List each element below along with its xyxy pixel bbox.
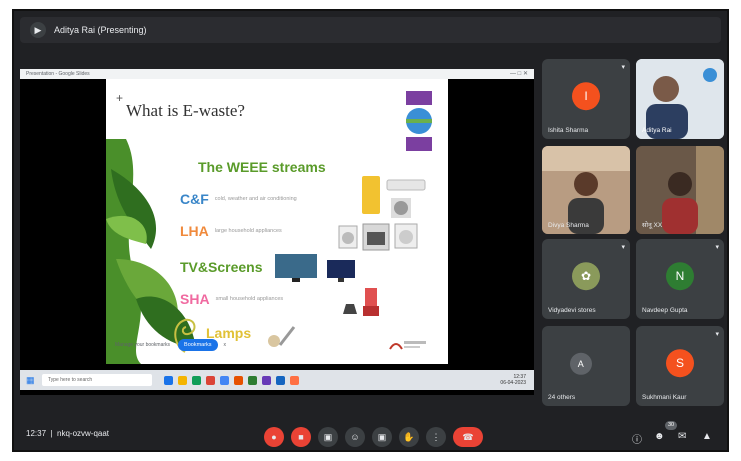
camera-off-button[interactable]: ■ xyxy=(291,427,311,447)
plus-decoration: + xyxy=(116,91,124,105)
mic-off-icon: ▾ xyxy=(715,244,719,251)
stream-label: C&F xyxy=(180,191,209,207)
stream-label: TV&Screens xyxy=(180,259,263,275)
bookmark-prompt: Manage your bookmarks Bookmarks x xyxy=(115,339,226,351)
meet-window: ▶ Aditya Rai (Presenting) Presentation -… xyxy=(12,9,729,452)
activities-button[interactable]: ▲ xyxy=(702,431,712,442)
participant-tile[interactable]: ▾ ✿ Vidyadevi stores xyxy=(542,239,630,319)
meeting-time: 12:37 | nkq-ozvw-qaat xyxy=(26,429,110,438)
teams-icon[interactable] xyxy=(262,375,271,385)
people-button[interactable]: ☻ xyxy=(654,431,665,442)
others-count: 24 others xyxy=(548,394,576,401)
bookmarks-button[interactable]: Bookmarks xyxy=(178,339,218,351)
stream-desc: cold, weather and air conditioning xyxy=(214,196,297,202)
end-call-button[interactable]: ☎ xyxy=(453,427,483,447)
system-clock[interactable]: 12:37 06-04-2023 xyxy=(500,374,526,386)
presenting-title: Aditya Rai (Presenting) xyxy=(54,25,147,35)
participant-tile[interactable]: Aditya Rai xyxy=(636,59,724,139)
windows-start-icon[interactable]: ▦ xyxy=(26,375,36,385)
slide: + What is E-waste? The WEEE streams C&F … xyxy=(106,79,448,364)
excel-icon[interactable] xyxy=(248,375,257,385)
participant-name: Aditya Rai xyxy=(642,127,672,134)
app-icon[interactable] xyxy=(206,375,215,385)
presentation-icon: ▶ xyxy=(30,22,46,38)
outlook-icon[interactable] xyxy=(276,375,285,385)
chat-button[interactable]: ✉ xyxy=(678,431,686,442)
fridge-icon xyxy=(362,176,380,214)
powerpoint-icon[interactable] xyxy=(234,375,243,385)
slide-subtitle: The WEEE streams xyxy=(198,159,326,175)
stream-label: SHA xyxy=(180,291,210,307)
stream-desc: small household appliances xyxy=(215,296,284,302)
avatar: S xyxy=(666,349,694,378)
brand-logo-icon xyxy=(389,341,426,350)
word-icon[interactable] xyxy=(220,375,229,385)
stream-row-sha: SHA small household appliances xyxy=(180,291,283,307)
bookmark-prompt-text: Manage your bookmarks xyxy=(115,342,171,348)
dryer-icon xyxy=(394,223,418,249)
weee-logo-icon xyxy=(406,91,432,151)
edge-icon[interactable] xyxy=(164,375,173,385)
participant-name: Divya Sharma xyxy=(548,222,589,229)
participant-tile[interactable]: ▾ I Ishita Sharma xyxy=(542,59,630,139)
participant-name: Ishita Sharma xyxy=(548,127,589,134)
avatar: N xyxy=(666,262,694,291)
participant-name: Navdeep Gupta xyxy=(642,307,688,314)
iron-icon xyxy=(343,304,357,314)
others-tile[interactable]: A 24 others xyxy=(542,326,630,406)
participant-count-badge: 30 xyxy=(665,421,677,430)
stream-row-lha: LHA large household appliances xyxy=(180,223,282,239)
stream-desc: large household appliances xyxy=(214,228,282,234)
taskbar-apps xyxy=(164,375,304,385)
windows-taskbar: ▦ Type here to search 12:37 06-04-2023 xyxy=(20,370,534,390)
browser-tab-title: Presentation - Google Slides xyxy=(26,71,90,77)
avatar: I xyxy=(572,82,600,111)
meeting-time-value: 12:37 xyxy=(26,429,47,438)
meeting-code: nkq-ozvw-qaat xyxy=(57,429,110,438)
monitor-icon xyxy=(327,260,355,282)
oven-icon xyxy=(362,223,390,251)
participant-tile[interactable]: ▾ N Navdeep Gupta xyxy=(636,239,724,319)
presenting-bar: ▶ Aditya Rai (Presenting) xyxy=(20,17,721,43)
captions-button[interactable]: ▣ xyxy=(318,427,338,447)
more-options-button[interactable]: ⋮ xyxy=(426,427,446,447)
clock-date: 06-04-2023 xyxy=(500,380,526,386)
blender-icon xyxy=(363,288,379,316)
participant-tile[interactable]: सोनू XX xyxy=(636,146,724,234)
chrome-icon[interactable] xyxy=(192,375,201,385)
participant-name: सोनू XX xyxy=(642,222,663,229)
participant-tile[interactable]: Divya Sharma xyxy=(542,146,630,234)
stream-row-cf: C&F cold, weather and air conditioning xyxy=(180,191,297,207)
avatar-group-icon: A xyxy=(569,352,592,375)
stream-label: LHA xyxy=(180,223,209,239)
dismiss-button[interactable]: x xyxy=(224,342,227,348)
mic-off-icon: ▾ xyxy=(621,244,625,251)
taskbar-search-input[interactable]: Type here to search xyxy=(42,374,152,386)
emoji-button[interactable]: ☺ xyxy=(345,427,365,447)
raise-hand-button[interactable]: ✋ xyxy=(399,427,419,447)
lamp-icon xyxy=(268,326,296,347)
participant-name: Sukhmani Kaur xyxy=(642,394,687,401)
stream-row-tv: TV&Screens xyxy=(180,259,262,275)
avatar: ✿ xyxy=(572,262,600,291)
participant-name: Vidyadevi stores xyxy=(548,307,596,314)
participant-tile[interactable]: ▾ S Sukhmani Kaur xyxy=(636,326,724,406)
meeting-info-button[interactable]: ⓘ xyxy=(632,431,642,446)
participant-video xyxy=(542,146,630,234)
file-explorer-icon[interactable] xyxy=(178,375,187,385)
fan-icon xyxy=(391,198,411,218)
present-button[interactable]: ▣ xyxy=(372,427,392,447)
window-controls-icon: — □ ✕ xyxy=(510,71,528,77)
slide-title: What is E-waste? xyxy=(126,101,245,120)
washing-machine-icon xyxy=(338,225,358,249)
mic-off-icon: ▾ xyxy=(621,64,625,71)
browser-tab-bar: Presentation - Google Slides — □ ✕ xyxy=(20,69,534,79)
shared-screen[interactable]: Presentation - Google Slides — □ ✕ + Wha… xyxy=(20,69,534,395)
app-icon[interactable] xyxy=(290,375,299,385)
air-conditioner-icon xyxy=(386,179,426,191)
mic-off-icon: ▾ xyxy=(715,331,719,338)
meeting-controls: 12:37 | nkq-ozvw-qaat ● ■ ▣ ☺ ▣ ✋ ⋮ ☎ ⓘ … xyxy=(14,419,727,449)
tv-icon xyxy=(275,254,317,282)
mic-off-button[interactable]: ● xyxy=(264,427,284,447)
